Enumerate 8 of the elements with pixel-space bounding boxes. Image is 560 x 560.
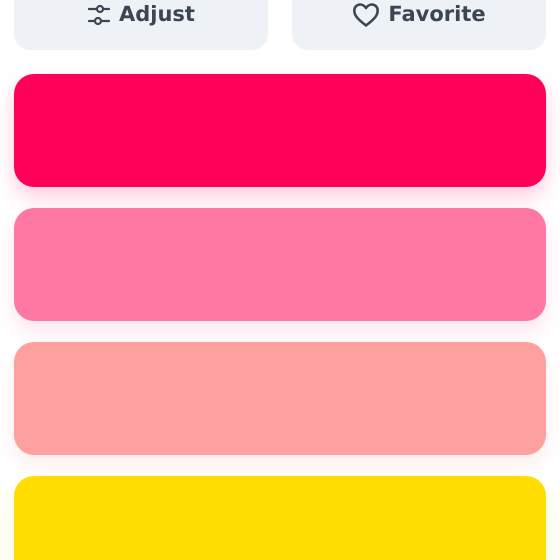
color-swatch[interactable] [14,74,546,187]
heart-icon [352,2,380,28]
sliders-icon [87,4,111,26]
adjust-button[interactable]: Adjust [14,0,268,50]
color-swatch[interactable] [14,476,546,560]
color-swatch[interactable] [14,342,546,455]
color-swatch[interactable] [14,208,546,321]
favorite-button[interactable]: Favorite [292,0,546,50]
